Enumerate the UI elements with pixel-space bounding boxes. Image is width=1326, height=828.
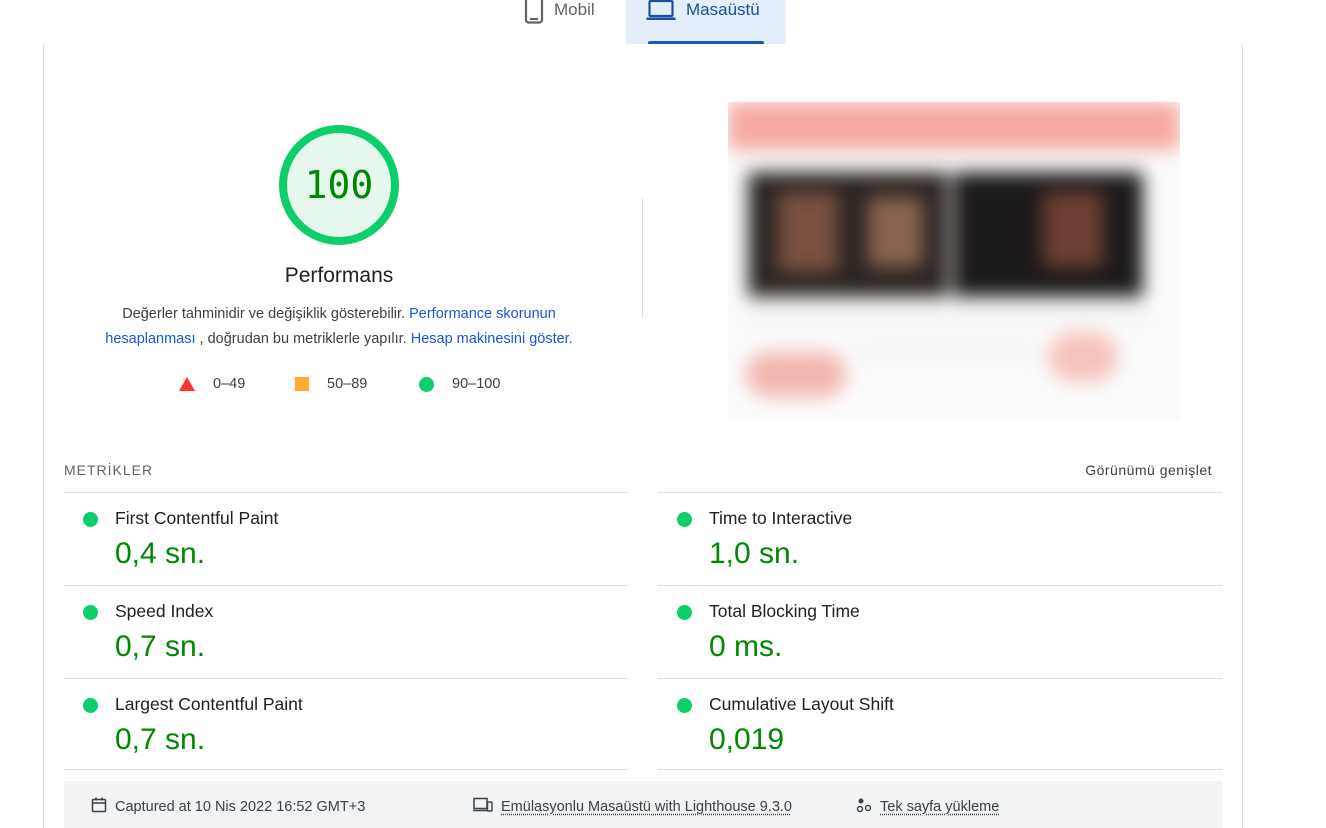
performance-score: 100: [278, 124, 400, 246]
nodes-icon: [856, 797, 872, 817]
expand-view-toggle[interactable]: Görünümü genişlet: [1085, 462, 1212, 478]
page-screenshot-thumbnail: [728, 102, 1180, 420]
pass-circle-icon: [677, 698, 692, 713]
metrics-heading: METRİKLER: [64, 462, 153, 478]
legend-average: 50–89: [295, 376, 367, 392]
gauge-description: Değerler tahminidir ve değişiklik göster…: [84, 302, 594, 352]
legend-pass-range: 90–100: [452, 376, 500, 392]
devices-icon: [473, 797, 493, 817]
legend-pass: 90–100: [419, 376, 500, 392]
metric-value: 1,0 sn.: [709, 537, 799, 571]
single-page-load[interactable]: Tek sayfa yükleme: [856, 797, 999, 817]
performance-gauge: 100: [278, 124, 400, 246]
metric-time-to-interactive: Time to Interactive 1,0 sn.: [658, 492, 1222, 585]
single-page-load-text: Tek sayfa yükleme: [880, 799, 999, 815]
metric-title: Cumulative Layout Shift: [709, 694, 894, 715]
metric-speed-index: Speed Index 0,7 sn.: [64, 585, 628, 678]
metric-largest-contentful-paint: Largest Contentful Paint 0,7 sn.: [64, 678, 628, 770]
metric-value: 0,019: [709, 723, 784, 757]
legend-average-range: 50–89: [327, 376, 367, 392]
captured-at-text: Captured at 10 Nis 2022 16:52 GMT+3: [115, 799, 365, 815]
gauge-title: Performans: [44, 264, 634, 288]
metric-title: Total Blocking Time: [709, 601, 860, 622]
device-tabs: Mobil Masaüstü: [0, 0, 1326, 44]
metric-title: First Contentful Paint: [115, 508, 278, 529]
pass-circle-icon: [677, 605, 692, 620]
metric-value: 0,4 sn.: [115, 537, 205, 571]
tab-desktop[interactable]: Masaüstü: [626, 0, 786, 44]
legend-fail: 0–49: [179, 376, 245, 392]
laptop-icon: [646, 0, 676, 21]
vertical-divider: [642, 198, 643, 318]
tab-desktop-label: Masaüstü: [686, 0, 760, 20]
score-legend: 0–49 50–89 90–100: [44, 376, 634, 396]
runtime-settings: Captured at 10 Nis 2022 16:52 GMT+3 Emül…: [64, 781, 1222, 828]
pass-circle-icon: [83, 698, 98, 713]
metric-title: Speed Index: [115, 601, 213, 622]
triangle-icon: [179, 377, 195, 391]
report-card: 100 Performans Değerler tahminidir ve de…: [43, 44, 1243, 828]
show-calculator-link[interactable]: Hesap makinesini göster.: [411, 331, 573, 347]
metric-value: 0,7 sn.: [115, 723, 205, 757]
legend-fail-range: 0–49: [213, 376, 245, 392]
smartphone-icon: [524, 0, 544, 24]
calendar-icon: [91, 797, 107, 817]
pass-circle-icon: [83, 512, 98, 527]
pass-circle-icon: [83, 605, 98, 620]
tab-mobile[interactable]: Mobil: [520, 0, 626, 44]
metric-title: Time to Interactive: [709, 508, 852, 529]
tab-mobile-label: Mobil: [554, 0, 595, 20]
pass-circle-icon: [677, 512, 692, 527]
desc-text-1: Değerler tahminidir ve değişiklik göster…: [122, 306, 409, 322]
metric-title: Largest Contentful Paint: [115, 694, 303, 715]
metric-cumulative-layout-shift: Cumulative Layout Shift 0,019: [658, 678, 1222, 770]
metric-value: 0,7 sn.: [115, 630, 205, 664]
metric-first-contentful-paint: First Contentful Paint 0,4 sn.: [64, 492, 628, 585]
emulated-device[interactable]: Emülasyonlu Masaüstü with Lighthouse 9.3…: [473, 797, 792, 817]
metric-value: 0 ms.: [709, 630, 782, 664]
desc-text-2: , doğrudan bu metriklerle yapılır.: [196, 331, 411, 347]
square-icon: [295, 377, 309, 391]
metric-total-blocking-time: Total Blocking Time 0 ms.: [658, 585, 1222, 678]
circle-icon: [419, 377, 434, 392]
captured-at: Captured at 10 Nis 2022 16:52 GMT+3: [91, 797, 365, 817]
emulated-device-text: Emülasyonlu Masaüstü with Lighthouse 9.3…: [501, 799, 792, 815]
